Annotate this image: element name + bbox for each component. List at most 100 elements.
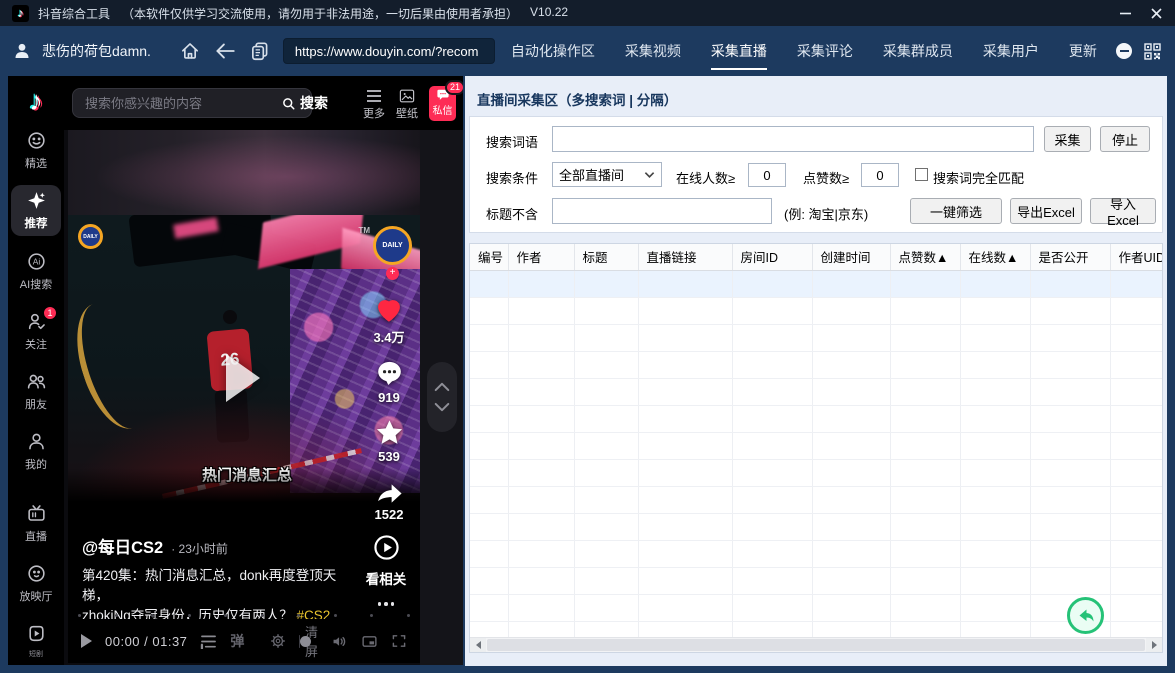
sidebar-item-follow[interactable]: 1 关注 [11, 305, 61, 356]
tab-collect-comments[interactable]: 采集评论 [797, 25, 853, 77]
condition-select[interactable]: 全部直播间 [552, 162, 662, 187]
table-row[interactable] [470, 432, 1162, 460]
table-row[interactable] [470, 540, 1162, 568]
col-header[interactable]: 房间ID [732, 244, 813, 271]
author-name[interactable]: @每日CS2 [82, 534, 163, 558]
settings-gear-icon[interactable] [270, 633, 286, 649]
collect-button[interactable]: 采集 [1044, 126, 1091, 152]
minimize-button[interactable] [1119, 7, 1132, 20]
share-icon[interactable] [374, 477, 405, 504]
close-button[interactable] [1150, 7, 1163, 20]
tab-automation[interactable]: 自动化操作区 [511, 25, 595, 77]
user-avatar-icon[interactable] [12, 41, 32, 61]
stop-button[interactable]: 停止 [1100, 126, 1150, 152]
table-row[interactable] [470, 486, 1162, 514]
wallpaper-button[interactable]: 壁纸 [396, 89, 418, 121]
table-cell [1110, 513, 1162, 541]
tab-collect-live[interactable]: 采集直播 [710, 25, 767, 77]
table-cell [812, 351, 891, 379]
col-header[interactable]: 作者UID [1110, 244, 1162, 271]
table-row[interactable] [470, 324, 1162, 352]
url-input[interactable] [292, 42, 485, 60]
copy-pages-icon[interactable] [249, 40, 271, 62]
scroll-right-arrow[interactable] [1146, 638, 1162, 652]
tab-update[interactable]: 更新 [1069, 25, 1097, 77]
table-row[interactable] [470, 351, 1162, 379]
sidebar-item-drama[interactable]: 短剧 [11, 618, 61, 664]
title-exclude-input[interactable] [552, 198, 772, 224]
follow-plus-button[interactable]: + [386, 267, 399, 280]
tab-collect-video[interactable]: 采集视频 [625, 25, 681, 77]
dm-button[interactable]: 21 私信 [429, 79, 463, 121]
volume-icon[interactable] [331, 633, 348, 650]
like-heart-icon[interactable] [374, 296, 404, 324]
playlist-icon[interactable] [200, 634, 217, 649]
table-row[interactable] [470, 270, 1162, 298]
tab-collect-group-members[interactable]: 采集群成员 [883, 25, 953, 77]
douyin-search-button[interactable]: 搜索 [281, 93, 328, 113]
progress-dot [78, 614, 81, 617]
table-row[interactable] [470, 594, 1162, 622]
douyin-search-input[interactable] [83, 94, 263, 112]
sidebar-item-mine[interactable]: 我的 [11, 426, 61, 476]
comment-icon[interactable] [375, 359, 404, 387]
douyin-search-bar[interactable]: 搜索 [72, 88, 328, 118]
table-row[interactable] [470, 567, 1162, 595]
likes-min-input[interactable] [861, 163, 899, 187]
circle-minus-icon[interactable] [1116, 43, 1132, 59]
export-excel-button[interactable]: 导出Excel [1010, 198, 1082, 224]
import-excel-button[interactable]: 导入Excel [1090, 197, 1156, 228]
table-row[interactable] [470, 297, 1162, 325]
chevron-up-icon[interactable] [433, 381, 451, 392]
col-header[interactable]: 编号 [470, 244, 509, 271]
sidebar-item-friends[interactable]: 朋友 [11, 366, 61, 416]
col-header[interactable]: 作者 [508, 244, 575, 271]
related-videos-button[interactable]: 看相关 [358, 534, 414, 606]
more-menu-button[interactable]: 更多 [363, 89, 385, 121]
scrollbar-thumb[interactable] [487, 639, 1145, 651]
table-row[interactable] [470, 378, 1162, 406]
table-row[interactable] [470, 459, 1162, 487]
col-header-sort-online[interactable]: 在线数▲ [960, 244, 1031, 271]
sidebar-item-live[interactable]: 直播 [11, 498, 61, 548]
horizontal-scrollbar[interactable] [470, 637, 1162, 652]
url-bar[interactable] [282, 38, 495, 64]
back-icon[interactable] [213, 40, 237, 62]
col-header-sort-likes[interactable]: 点赞数▲ [890, 244, 961, 271]
col-header[interactable]: 创建时间 [812, 244, 891, 271]
scroll-left-arrow[interactable] [470, 638, 486, 652]
more-options-icon[interactable] [377, 602, 395, 606]
sidebar-item-recommend[interactable]: 推荐 [11, 185, 61, 236]
filter-button[interactable]: 一键筛选 [910, 198, 1002, 224]
favorite-star-icon[interactable] [375, 418, 404, 446]
table-row[interactable] [470, 405, 1162, 433]
settings-icon[interactable] [26, 664, 46, 665]
progress-segments[interactable] [78, 614, 410, 617]
col-header[interactable]: 是否公开 [1030, 244, 1111, 271]
online-min-input[interactable] [748, 163, 786, 187]
exact-match-checkbox[interactable] [915, 168, 928, 181]
play-button[interactable] [81, 634, 92, 648]
search-terms-input[interactable] [552, 126, 1034, 152]
clear-screen-toggle[interactable] [299, 634, 307, 648]
table-cell [574, 567, 639, 595]
video-player[interactable]: 26 DAILY TM DAILY + 热门消息汇总 3. [68, 130, 420, 663]
table-row[interactable] [470, 513, 1162, 541]
table-cell [890, 432, 961, 460]
table-cell [508, 270, 575, 298]
tab-collect-users[interactable]: 采集用户 [983, 25, 1039, 77]
col-header[interactable]: 标题 [574, 244, 639, 271]
col-header[interactable]: 直播链接 [638, 244, 733, 271]
sidebar-item-featured[interactable]: 精选 [11, 125, 61, 175]
return-button[interactable] [1067, 597, 1104, 634]
fullscreen-icon[interactable] [391, 633, 407, 649]
home-icon[interactable] [179, 40, 201, 62]
chevron-down-icon[interactable] [433, 402, 451, 413]
table-cell [508, 486, 575, 514]
sidebar-item-theater[interactable]: 放映厅 [11, 558, 61, 608]
danmaku-toggle[interactable]: 弹 [230, 631, 244, 651]
pip-icon[interactable] [361, 633, 378, 650]
sidebar-item-ai-search[interactable]: Ai AI搜索 [11, 246, 61, 296]
qr-code-icon[interactable] [1144, 42, 1161, 60]
play-overlay-icon[interactable] [226, 354, 260, 402]
